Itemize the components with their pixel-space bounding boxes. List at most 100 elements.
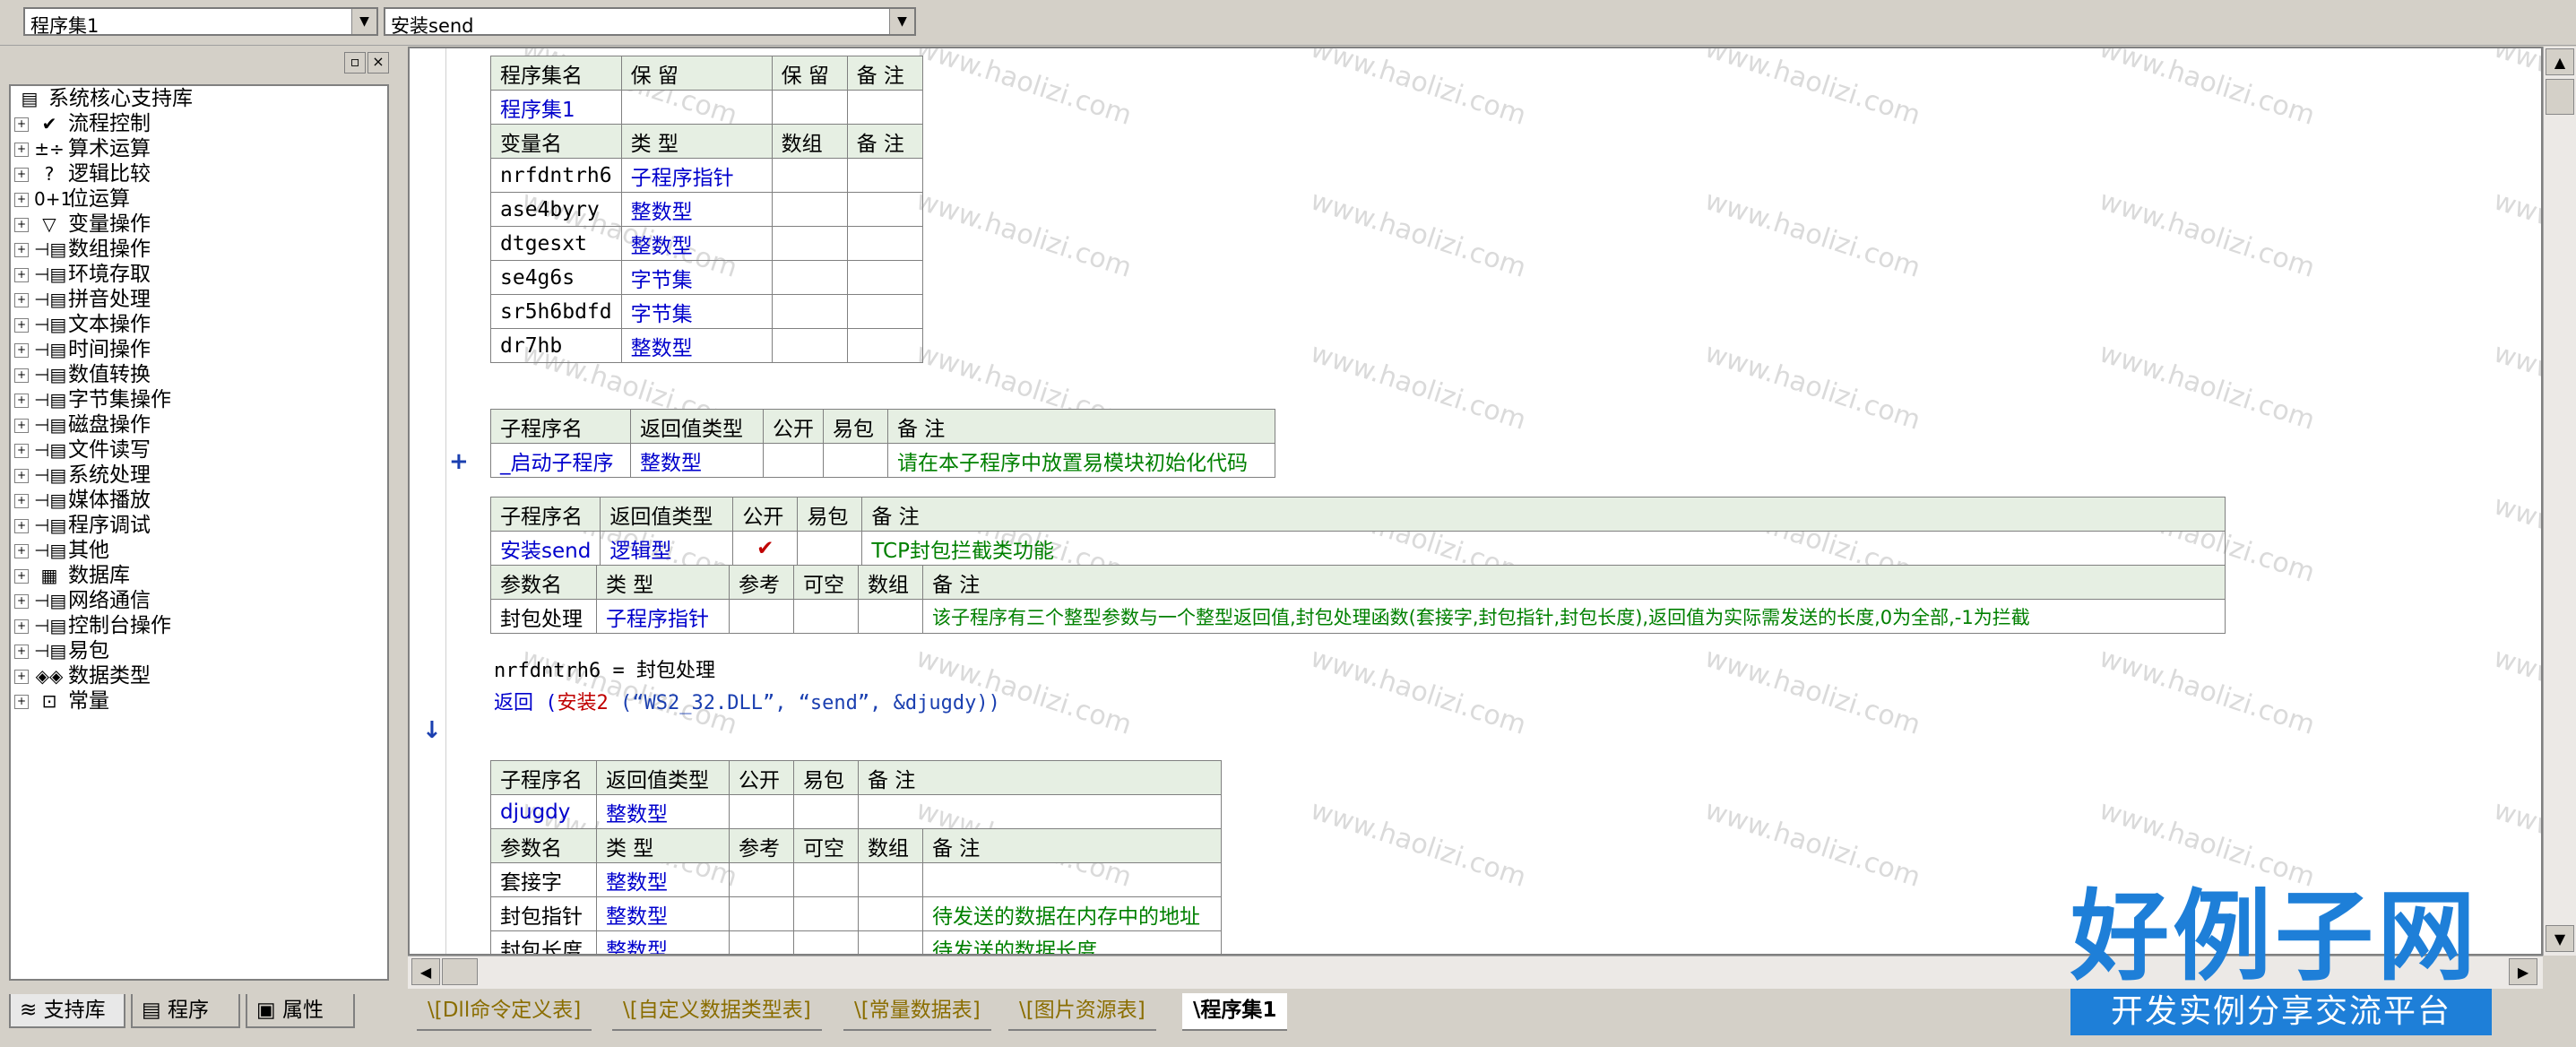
table-cell[interactable]: [793, 599, 859, 634]
hscroll-thumb[interactable]: [442, 958, 478, 985]
expand-icon[interactable]: +: [14, 669, 29, 684]
tab-program[interactable]: ▤ 程序: [131, 994, 240, 1028]
remark-cell[interactable]: 请在本子程序中放置易模块初始化代码: [887, 443, 1275, 478]
table-cell[interactable]: [771, 90, 848, 125]
close-icon[interactable]: ×: [367, 52, 389, 74]
table-cell[interactable]: [729, 896, 794, 931]
param-name-cell[interactable]: 封包长度: [490, 930, 597, 954]
table-row[interactable]: 安装send 逻辑型 ✔ TCP封包拦截类功能: [489, 531, 2226, 566]
param-type-cell[interactable]: 整数型: [596, 862, 730, 897]
scroll-down-icon[interactable]: ▼: [2546, 925, 2574, 952]
tree-item[interactable]: + ✔ 流程控制: [14, 111, 151, 136]
param-type-cell[interactable]: 整数型: [596, 930, 730, 954]
expand-icon[interactable]: +: [14, 217, 29, 232]
expand-icon[interactable]: +: [14, 117, 29, 132]
table-cell[interactable]: [858, 930, 923, 954]
return-type-cell[interactable]: 逻辑型: [600, 531, 734, 566]
easy-pack-cell[interactable]: [823, 443, 888, 478]
chevron-down-icon[interactable]: ▼: [889, 9, 914, 34]
expand-icon[interactable]: +: [14, 167, 29, 182]
table-cell[interactable]: [771, 328, 848, 363]
tree-item[interactable]: + ⊣▤磁盘操作: [14, 412, 151, 437]
remark-cell[interactable]: TCP封包拦截类功能: [861, 531, 2226, 566]
table-row[interactable]: dr7hb 整数型: [490, 328, 923, 363]
table-cell[interactable]: [858, 599, 923, 634]
variable-name-cell[interactable]: dr7hb: [490, 328, 622, 363]
tree-item[interactable]: + ⊣▤文本操作: [14, 312, 151, 337]
restore-icon[interactable]: ▫: [344, 52, 366, 74]
table-row[interactable]: djugdy 整数型: [490, 794, 1222, 829]
expand-icon[interactable]: +: [14, 644, 29, 659]
table-row[interactable]: 套接字 整数型: [490, 862, 1222, 897]
expand-icon[interactable]: +: [14, 242, 29, 257]
public-cell[interactable]: [763, 443, 824, 478]
table-cell[interactable]: [846, 328, 923, 363]
tree-item[interactable]: +? 逻辑比较: [14, 161, 151, 186]
variable-name-cell[interactable]: sr5h6bdfd: [490, 294, 622, 329]
expand-icon[interactable]: +: [14, 468, 29, 483]
expand-icon[interactable]: +: [14, 543, 29, 558]
tree-item[interactable]: + ±÷ 算术运算: [14, 136, 151, 161]
expand-icon[interactable]: +: [14, 568, 29, 584]
return-type-cell[interactable]: 整数型: [596, 794, 730, 829]
table-cell[interactable]: [846, 294, 923, 329]
table-row[interactable]: sr5h6bdfd 字节集: [490, 294, 923, 329]
table-cell[interactable]: [729, 930, 794, 954]
variable-type-cell[interactable]: 子程序指针: [620, 158, 773, 193]
remark-cell[interactable]: 待发送的数据长度: [922, 930, 1222, 954]
variable-name-cell[interactable]: dtgesxt: [490, 226, 622, 261]
code-editor[interactable]: www.haolizi.com www.haolizi.com www.haoliz…: [408, 47, 2543, 956]
param-name-cell[interactable]: 封包指针: [490, 896, 597, 931]
table-row[interactable]: dtgesxt 整数型: [490, 226, 923, 261]
table-cell[interactable]: [846, 90, 923, 125]
expand-icon[interactable]: +: [14, 418, 29, 433]
vertical-scrollbar[interactable]: ▲ ▼: [2543, 47, 2576, 956]
variable-name-cell[interactable]: nrfdntrh6: [490, 158, 622, 193]
expand-icon[interactable]: +: [14, 368, 29, 383]
expand-icon[interactable]: +: [14, 342, 29, 358]
subroutine-select[interactable]: 安装send ▼: [384, 7, 916, 37]
tree-item[interactable]: + ▦ 数据库: [14, 563, 130, 588]
tree-item[interactable]: + ▽ 变量操作: [14, 212, 151, 237]
table-row[interactable]: nrfdntrh6 子程序指针: [490, 158, 923, 193]
tree-item[interactable]: + ⊣▤易包: [14, 638, 109, 663]
tree-item[interactable]: + ⊣▤环境存取: [14, 262, 151, 287]
table-cell[interactable]: [858, 896, 923, 931]
variable-type-cell[interactable]: 整数型: [620, 328, 773, 363]
table-cell[interactable]: [846, 260, 923, 295]
table-cell[interactable]: [771, 260, 848, 295]
param-name-cell[interactable]: 封包处理: [490, 599, 597, 634]
table-row[interactable]: 程序集1: [490, 90, 923, 125]
tree-item[interactable]: + ⊣▤控制台操作: [14, 613, 171, 638]
variable-type-cell[interactable]: 整数型: [620, 192, 773, 227]
remark-cell[interactable]: 该子程序有三个整型参数与一个整型返回值,封包处理函数(套接字,封包指针,封包长度…: [922, 599, 2226, 634]
remark-cell[interactable]: [858, 794, 1222, 829]
expand-icon[interactable]: +: [14, 192, 29, 207]
table-row[interactable]: ase4byry 整数型: [490, 192, 923, 227]
table-row[interactable]: 封包长度 整数型 待发送的数据长度: [490, 930, 1222, 954]
expand-icon[interactable]: +: [14, 267, 29, 282]
expand-icon[interactable]: +: [14, 619, 29, 634]
return-type-cell[interactable]: 整数型: [630, 443, 764, 478]
variable-type-cell[interactable]: 字节集: [620, 260, 773, 295]
easy-pack-cell[interactable]: [793, 794, 859, 829]
tree-item[interactable]: + ⊡ 常量: [14, 688, 109, 714]
tree-item[interactable]: +0+1位运算: [14, 186, 130, 212]
subroutine-name-cell[interactable]: 安装send: [489, 531, 601, 566]
tree-item[interactable]: + ⊣▤数值转换: [14, 362, 151, 387]
table-cell[interactable]: [771, 226, 848, 261]
expand-icon[interactable]: +: [14, 443, 29, 458]
table-cell[interactable]: [771, 158, 848, 193]
param-name-cell[interactable]: 套接字: [490, 862, 597, 897]
table-cell[interactable]: [771, 192, 848, 227]
expand-icon[interactable]: +: [14, 292, 29, 307]
table-cell[interactable]: [771, 294, 848, 329]
expand-icon[interactable]: +: [14, 694, 29, 709]
table-cell[interactable]: [793, 930, 859, 954]
checkmark-icon[interactable]: ✔: [732, 531, 799, 566]
expand-icon[interactable]: +: [14, 142, 29, 157]
remark-cell[interactable]: 待发送的数据在内存中的地址: [922, 896, 1222, 931]
expand-icon[interactable]: +: [14, 593, 29, 609]
table-cell[interactable]: [729, 862, 794, 897]
table-cell[interactable]: [846, 158, 923, 193]
